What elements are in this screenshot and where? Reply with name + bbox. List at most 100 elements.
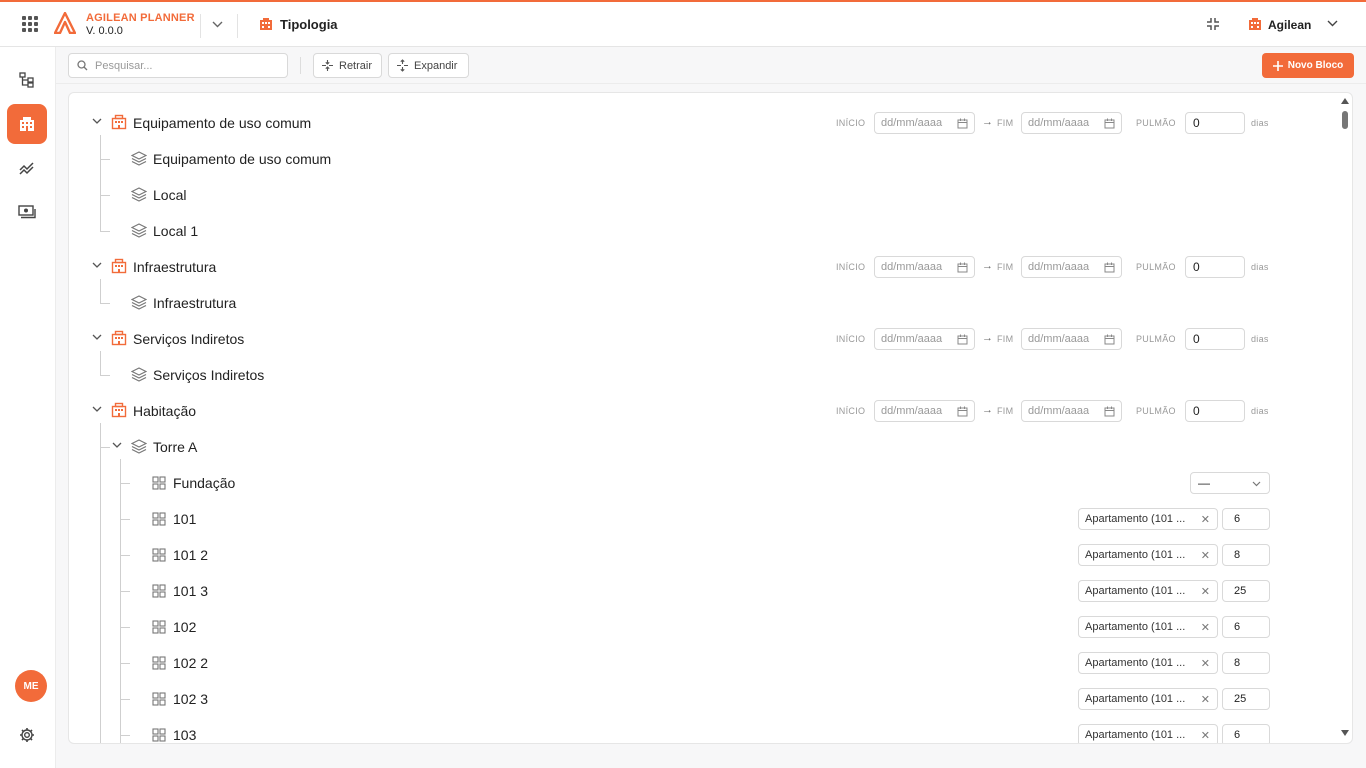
block-row[interactable]: Serviços Indiretos INÍCIO dd/mm/aaaa → FIM dd…	[69, 321, 1339, 357]
unit-row[interactable]: 101 3 Apartamento (101 ... ✕ 25	[69, 573, 1339, 609]
unit-quantity-input[interactable]: 25	[1222, 580, 1270, 602]
calendar-icon[interactable]	[1104, 334, 1115, 345]
unit-type-tag[interactable]: Apartamento (101 ... ✕	[1078, 508, 1218, 530]
chevron-down-icon[interactable]	[92, 406, 102, 412]
project-chevron-down-icon[interactable]	[212, 21, 223, 28]
chevron-down-icon[interactable]	[92, 334, 102, 340]
end-date-input[interactable]: dd/mm/aaaa	[1021, 400, 1122, 422]
chevron-down-icon[interactable]	[92, 118, 102, 124]
block-building-icon	[111, 402, 127, 418]
user-chevron-down-icon[interactable]	[1327, 20, 1338, 27]
unit-grid-icon	[152, 548, 166, 562]
chevron-down-icon[interactable]	[112, 442, 122, 448]
block-row[interactable]: Equipamento de uso comum INÍCIO dd/mm/aaaa…	[69, 105, 1339, 141]
unit-type-select[interactable]: —	[1190, 472, 1270, 494]
app-header: AGILEAN PLANNER V. 0.0.0 Tipologia Agile…	[0, 2, 1366, 47]
buffer-days-input[interactable]: 0	[1185, 112, 1245, 134]
calendar-icon[interactable]	[957, 334, 968, 345]
start-label: INÍCIO	[836, 406, 866, 416]
unit-grid-icon	[152, 476, 166, 490]
sub-block-row[interactable]: Equipamento de uso comum	[69, 141, 1339, 177]
scroll-up-arrow-icon[interactable]	[1341, 98, 1349, 104]
search-input[interactable]	[95, 57, 280, 74]
start-date-input[interactable]: dd/mm/aaaa	[874, 328, 975, 350]
end-date-input[interactable]: dd/mm/aaaa	[1021, 328, 1122, 350]
buffer-days-input[interactable]: 0	[1185, 400, 1245, 422]
toolbar: Retrair Expandir Novo Bloco	[56, 47, 1366, 84]
unit-type-tag[interactable]: Apartamento (101 ... ✕	[1078, 616, 1218, 638]
scrollbar-thumb[interactable]	[1342, 111, 1348, 129]
unit-row[interactable]: 101 Apartamento (101 ... ✕ 6	[69, 501, 1339, 537]
calendar-icon[interactable]	[957, 118, 968, 129]
apps-grid-icon[interactable]	[22, 16, 38, 32]
unit-quantity-input[interactable]: 6	[1222, 508, 1270, 530]
sub-block-row[interactable]: Local	[69, 177, 1339, 213]
calendar-icon[interactable]	[1104, 118, 1115, 129]
end-date-input[interactable]: dd/mm/aaaa	[1021, 256, 1122, 278]
sidebar-item-money[interactable]	[7, 192, 47, 232]
tree-guide-line	[100, 135, 101, 231]
block-building-icon	[111, 258, 127, 274]
expand-all-button[interactable]: Expandir	[388, 53, 469, 78]
unit-type-tag[interactable]: Apartamento (101 ... ✕	[1078, 724, 1218, 743]
close-icon[interactable]: ✕	[1201, 513, 1210, 526]
end-label: FIM	[997, 406, 1014, 416]
user-menu-label[interactable]: Agilean	[1268, 18, 1311, 32]
calendar-icon[interactable]	[957, 262, 968, 273]
tree-connector	[120, 483, 130, 484]
block-row[interactable]: Habitação INÍCIO dd/mm/aaaa → FIM dd/mm/aaaa P…	[69, 393, 1339, 429]
sub-block-row[interactable]: Local 1	[69, 213, 1339, 249]
buffer-days-input[interactable]: 0	[1185, 328, 1245, 350]
start-label: INÍCIO	[836, 262, 866, 272]
close-icon[interactable]: ✕	[1201, 729, 1210, 742]
sidebar-item-chart[interactable]	[7, 148, 47, 188]
unit-type-tag[interactable]: Apartamento (101 ... ✕	[1078, 580, 1218, 602]
sub-block-row[interactable]: Serviços Indiretos	[69, 357, 1339, 393]
unit-quantity-input[interactable]: 6	[1222, 724, 1270, 743]
unit-row[interactable]: 101 2 Apartamento (101 ... ✕ 8	[69, 537, 1339, 573]
unit-row[interactable]: Fundação —	[69, 465, 1339, 501]
sidebar-item-hierarchy[interactable]	[7, 60, 47, 100]
scroll-down-arrow-icon[interactable]	[1341, 730, 1349, 736]
block-row[interactable]: Infraestrutura INÍCIO dd/mm/aaaa → FIM dd/mm/…	[69, 249, 1339, 285]
unit-quantity-input[interactable]: 8	[1222, 544, 1270, 566]
start-date-input[interactable]: dd/mm/aaaa	[874, 112, 975, 134]
close-icon[interactable]: ✕	[1201, 693, 1210, 706]
end-date-input[interactable]: dd/mm/aaaa	[1021, 112, 1122, 134]
chevron-down-icon[interactable]	[92, 262, 102, 268]
unit-type-tag[interactable]: Apartamento (101 ... ✕	[1078, 688, 1218, 710]
unit-name: 103	[173, 727, 197, 743]
unit-quantity-input[interactable]: 6	[1222, 616, 1270, 638]
calendar-icon[interactable]	[1104, 406, 1115, 417]
sub-block-row[interactable]: Torre A	[69, 429, 1339, 465]
close-icon[interactable]: ✕	[1201, 621, 1210, 634]
unit-quantity-input[interactable]: 25	[1222, 688, 1270, 710]
calendar-icon[interactable]	[1104, 262, 1115, 273]
unit-type-tag[interactable]: Apartamento (101 ... ✕	[1078, 652, 1218, 674]
tree-guide-line	[120, 459, 121, 743]
unit-row[interactable]: 102 3 Apartamento (101 ... ✕ 25	[69, 681, 1339, 717]
unit-row[interactable]: 102 Apartamento (101 ... ✕ 6	[69, 609, 1339, 645]
close-icon[interactable]: ✕	[1201, 549, 1210, 562]
unit-row[interactable]: 103 Apartamento (101 ... ✕ 6	[69, 717, 1339, 743]
close-icon[interactable]: ✕	[1201, 585, 1210, 598]
collapse-screen-icon[interactable]	[1206, 17, 1220, 31]
vertical-scrollbar[interactable]	[1338, 93, 1352, 743]
start-date-input[interactable]: dd/mm/aaaa	[874, 256, 975, 278]
unit-row[interactable]: 102 2 Apartamento (101 ... ✕ 8	[69, 645, 1339, 681]
sidebar-item-tipologia[interactable]	[7, 104, 47, 144]
building-icon	[20, 117, 34, 131]
search-box[interactable]	[68, 53, 288, 78]
new-block-button[interactable]: Novo Bloco	[1262, 53, 1354, 78]
avatar[interactable]: ME	[15, 670, 47, 702]
sub-block-row[interactable]: Infraestrutura	[69, 285, 1339, 321]
end-label: FIM	[997, 334, 1014, 344]
start-date-input[interactable]: dd/mm/aaaa	[874, 400, 975, 422]
buffer-days-input[interactable]: 0	[1185, 256, 1245, 278]
gear-icon[interactable]	[19, 727, 35, 743]
unit-quantity-input[interactable]: 8	[1222, 652, 1270, 674]
calendar-icon[interactable]	[957, 406, 968, 417]
close-icon[interactable]: ✕	[1201, 657, 1210, 670]
unit-type-tag[interactable]: Apartamento (101 ... ✕	[1078, 544, 1218, 566]
collapse-all-button[interactable]: Retrair	[313, 53, 382, 78]
